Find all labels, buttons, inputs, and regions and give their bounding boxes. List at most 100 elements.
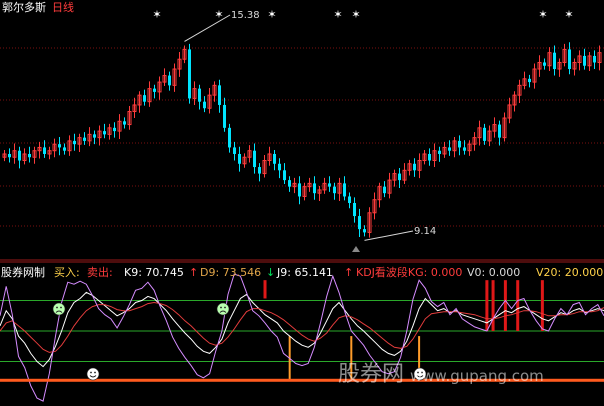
candle-body-down [28, 153, 31, 158]
candle-body-down [353, 202, 356, 217]
candle-body-down [43, 147, 46, 154]
candle-body-down [483, 127, 486, 141]
candle-body-down [18, 150, 21, 161]
sell-label: 卖出: [87, 266, 113, 279]
face-eye [94, 371, 96, 374]
watermark-url: www.gupang.com [410, 367, 544, 385]
candle-body-down [328, 183, 331, 187]
low-pointer [364, 230, 414, 241]
signal-markers: ✶ ✶ ✶ ✶ ✶ ✶ ✶ [152, 8, 573, 21]
candle-body-down [258, 167, 261, 174]
d9-value: D9: 73.546 [200, 266, 262, 279]
frown-face-icon [216, 302, 230, 316]
candle-body-down [153, 88, 156, 92]
candle-body-down [458, 140, 461, 148]
face-eye [224, 306, 226, 309]
d9-arrow: ↓ [266, 266, 276, 279]
high-price-label: 15.38 [231, 10, 260, 21]
candle-body-down [278, 163, 281, 171]
candle-body-down [228, 127, 231, 148]
candle-body-down [313, 183, 316, 194]
candle-body-down [238, 153, 241, 164]
candle-body-down [288, 180, 291, 187]
buy-label: 买入: [54, 266, 80, 279]
v20-value: V20: 20.000 [536, 266, 604, 279]
candle-body-down [343, 183, 346, 197]
candle-body-down [73, 140, 76, 145]
star-marker-icon: ✶ [152, 8, 161, 21]
candle-body-down [198, 88, 201, 102]
candle-body-down [448, 147, 451, 151]
j9-value: J9: 65.141 [277, 266, 333, 279]
low-price-label: 9.14 [414, 226, 437, 237]
face-circle [86, 367, 100, 381]
candle-body-down [498, 124, 501, 138]
face-eye [90, 371, 92, 374]
candle-body-down [428, 153, 431, 161]
face-eye [60, 306, 62, 309]
candle-body-down [568, 49, 571, 70]
k9-value: K9: 70.745 [124, 266, 184, 279]
period-label: 日线 [52, 1, 74, 14]
k9-arrow: ↑ [189, 266, 199, 279]
price-grid [0, 47, 604, 263]
sell-signal-bar [540, 280, 544, 331]
candle-body-down [168, 75, 171, 86]
candle-body-down [218, 85, 221, 105]
stock-chart: ✶ ✶ ✶ ✶ ✶ ✶ ✶ [0, 8, 604, 402]
candle-body-down [83, 137, 86, 141]
candle-body-down [398, 173, 401, 181]
face-circle [216, 302, 230, 316]
indicator-name: 股券网制 [1, 266, 45, 279]
candlestick-series [2, 14, 602, 252]
face-eye [56, 306, 58, 309]
candle-body-down [333, 186, 336, 194]
candle-body-down [543, 62, 546, 66]
sell-signal-bar [491, 280, 495, 331]
candle-body-down [123, 121, 126, 125]
watermark: 股券网 www.gupang.com [338, 356, 544, 388]
face-circle [52, 302, 66, 316]
star-marker-icon: ✶ [538, 8, 547, 21]
candle-body-down [383, 186, 386, 194]
kdj-value: KDJ看波段KG: 0.000 [356, 266, 463, 279]
candle-body-down [298, 183, 301, 197]
candle-body-down [363, 229, 366, 233]
star-marker-icon: ✶ [564, 8, 573, 21]
candle-body-down [413, 163, 416, 171]
candle-body-down [8, 153, 11, 158]
star-marker-icon: ✶ [333, 8, 342, 21]
candle-body-down [358, 216, 361, 230]
candle-body-down [63, 147, 66, 151]
candle-body-down [93, 134, 96, 138]
candle-body-down [113, 127, 116, 132]
candle-body-down [103, 131, 106, 135]
sell-signal-bar [516, 280, 520, 331]
candle-body-down [583, 55, 586, 66]
candle-body-down [593, 55, 596, 63]
star-marker-icon: ✶ [351, 8, 360, 21]
candle-body-down [438, 150, 441, 154]
smiley-face-icon [86, 367, 100, 381]
sell-signal-bar [503, 280, 507, 331]
stock-title: 郭尔多斯 [2, 1, 46, 14]
frown-face-icon [52, 302, 66, 316]
scroll-marker-icon [352, 246, 360, 252]
candle-body-down [528, 78, 531, 83]
candle-body-down [273, 153, 276, 164]
v0-value: V0: 0.000 [467, 266, 521, 279]
candle-body-down [233, 147, 236, 154]
sell-signal-bar [263, 280, 267, 299]
candle-body-down [188, 49, 191, 99]
candle-body-down [253, 150, 256, 168]
star-marker-icon: ✶ [267, 8, 276, 21]
candle-body-down [463, 147, 466, 151]
j9-arrow: ↑ [344, 266, 354, 279]
candle-body-down [58, 144, 61, 148]
candle-body-down [553, 52, 556, 70]
face-eye [220, 306, 222, 309]
star-marker-icon: ✶ [214, 8, 223, 21]
candle-body-down [143, 95, 146, 102]
candle-body-down [203, 101, 206, 109]
candle-body-down [283, 170, 286, 181]
